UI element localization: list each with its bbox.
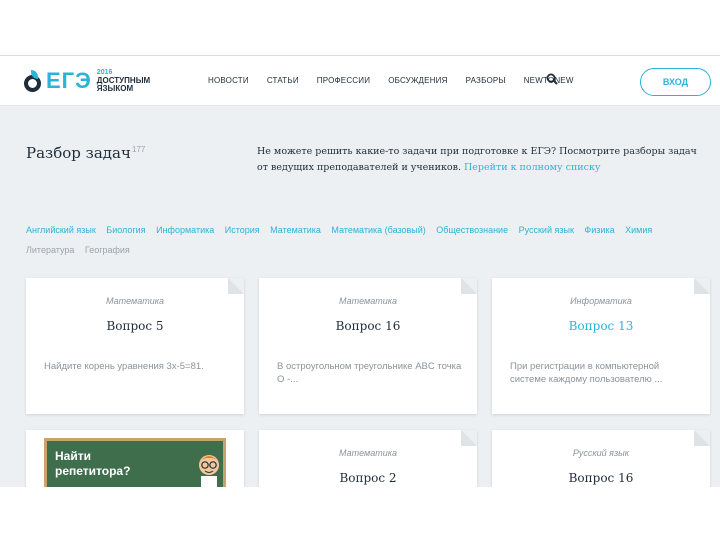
task-card[interactable]: Информатика Вопрос 13 При регистрации в … <box>492 278 710 414</box>
login-button[interactable]: ВХОД <box>640 68 711 96</box>
intro-text: Не можете решить какие-то задачи при под… <box>257 144 707 176</box>
subject-history[interactable]: История <box>225 220 260 240</box>
card-text: При регистрации в компьютерной системе к… <box>510 361 663 385</box>
site-logo[interactable]: ЕГЭ 2016 ДОСТУПНЫМ ЯЗЫКОМ <box>24 68 150 94</box>
promo-text: Найти репетитора? <box>55 449 130 479</box>
card-subject: Русский язык <box>572 448 630 458</box>
nav-reviews[interactable]: РАЗБОРЫ <box>466 76 506 85</box>
logo-line-2: ЯЗЫКОМ <box>96 84 134 93</box>
card-subject: Математика <box>339 296 397 306</box>
card-title[interactable]: Вопрос 5 <box>26 319 244 333</box>
nav-professions[interactable]: ПРОФЕССИИ <box>317 76 370 85</box>
page-title: Разбор задач <box>26 144 131 162</box>
task-card[interactable]: Математика Вопрос 5 Найдите корень уравн… <box>26 278 244 414</box>
subject-filter: Английский язык Биология Информатика Ист… <box>26 220 706 260</box>
page-frame: ЕГЭ 2016 ДОСТУПНЫМ ЯЗЫКОМ НОВОСТИ СТАТЬИ… <box>0 55 720 487</box>
student-illustration-icon <box>199 455 219 487</box>
card-title[interactable]: Вопрос 16 <box>259 319 477 333</box>
subject-chemistry[interactable]: Химия <box>625 220 652 240</box>
logo-text: ЕГЭ <box>46 68 92 93</box>
promo-line-1: Найти <box>55 449 91 463</box>
card-title[interactable]: Вопрос 13 <box>492 319 710 333</box>
main-nav: НОВОСТИ СТАТЬИ ПРОФЕССИИ ОБСУЖДЕНИЯ РАЗБ… <box>208 76 592 85</box>
subject-math[interactable]: Математика <box>270 220 321 240</box>
nav-discussions[interactable]: ОБСУЖДЕНИЯ <box>388 76 447 85</box>
card-title[interactable]: Вопрос 16 <box>492 471 710 485</box>
task-count: 177 <box>132 145 146 154</box>
site-header: ЕГЭ 2016 ДОСТУПНЫМ ЯЗЫКОМ НОВОСТИ СТАТЬИ… <box>0 56 720 106</box>
nav-articles[interactable]: СТАТЬИ <box>267 76 299 85</box>
card-subject: Математика <box>339 448 397 458</box>
card-fold <box>694 430 710 446</box>
card-text: Найдите корень уравнения 3x-5=81. <box>44 361 204 372</box>
card-fold <box>694 278 710 294</box>
promo-line-2: репетитора? <box>55 464 131 478</box>
subject-informatics[interactable]: Информатика <box>156 220 214 240</box>
full-list-link[interactable]: Перейти к полному списку <box>464 162 600 173</box>
card-subject: Математика <box>106 296 164 306</box>
card-title[interactable]: Вопрос 2 <box>259 471 477 485</box>
subject-math-basic[interactable]: Математика (базовый) <box>331 220 425 240</box>
card-subject: Информатика <box>570 296 632 306</box>
nav-news[interactable]: НОВОСТИ <box>208 76 249 85</box>
chalkboard-image: Найти репетитора? <box>44 438 226 487</box>
card-fold <box>461 278 477 294</box>
logo-icon <box>24 70 42 92</box>
tutor-promo-card[interactable]: Найти репетитора? <box>26 430 244 487</box>
subject-physics[interactable]: Физика <box>584 220 614 240</box>
subject-social[interactable]: Обществознание <box>436 220 508 240</box>
subject-english[interactable]: Английский язык <box>26 220 96 240</box>
subject-literature[interactable]: Литература <box>26 240 74 260</box>
logo-subtitle: 2016 ДОСТУПНЫМ ЯЗЫКОМ <box>97 69 150 93</box>
card-fold <box>461 430 477 446</box>
subject-geography[interactable]: География <box>85 240 130 260</box>
card-fold <box>228 278 244 294</box>
subject-russian[interactable]: Русский язык <box>519 220 574 240</box>
task-card[interactable]: Математика Вопрос 2 <box>259 430 477 487</box>
task-card[interactable]: Математика Вопрос 16 В остроугольном тре… <box>259 278 477 414</box>
card-text: В остроугольном треугольнике ABC точка O… <box>277 361 462 385</box>
task-card[interactable]: Русский язык Вопрос 16 <box>492 430 710 487</box>
search-icon[interactable] <box>546 73 558 85</box>
subject-biology[interactable]: Биология <box>106 220 145 240</box>
